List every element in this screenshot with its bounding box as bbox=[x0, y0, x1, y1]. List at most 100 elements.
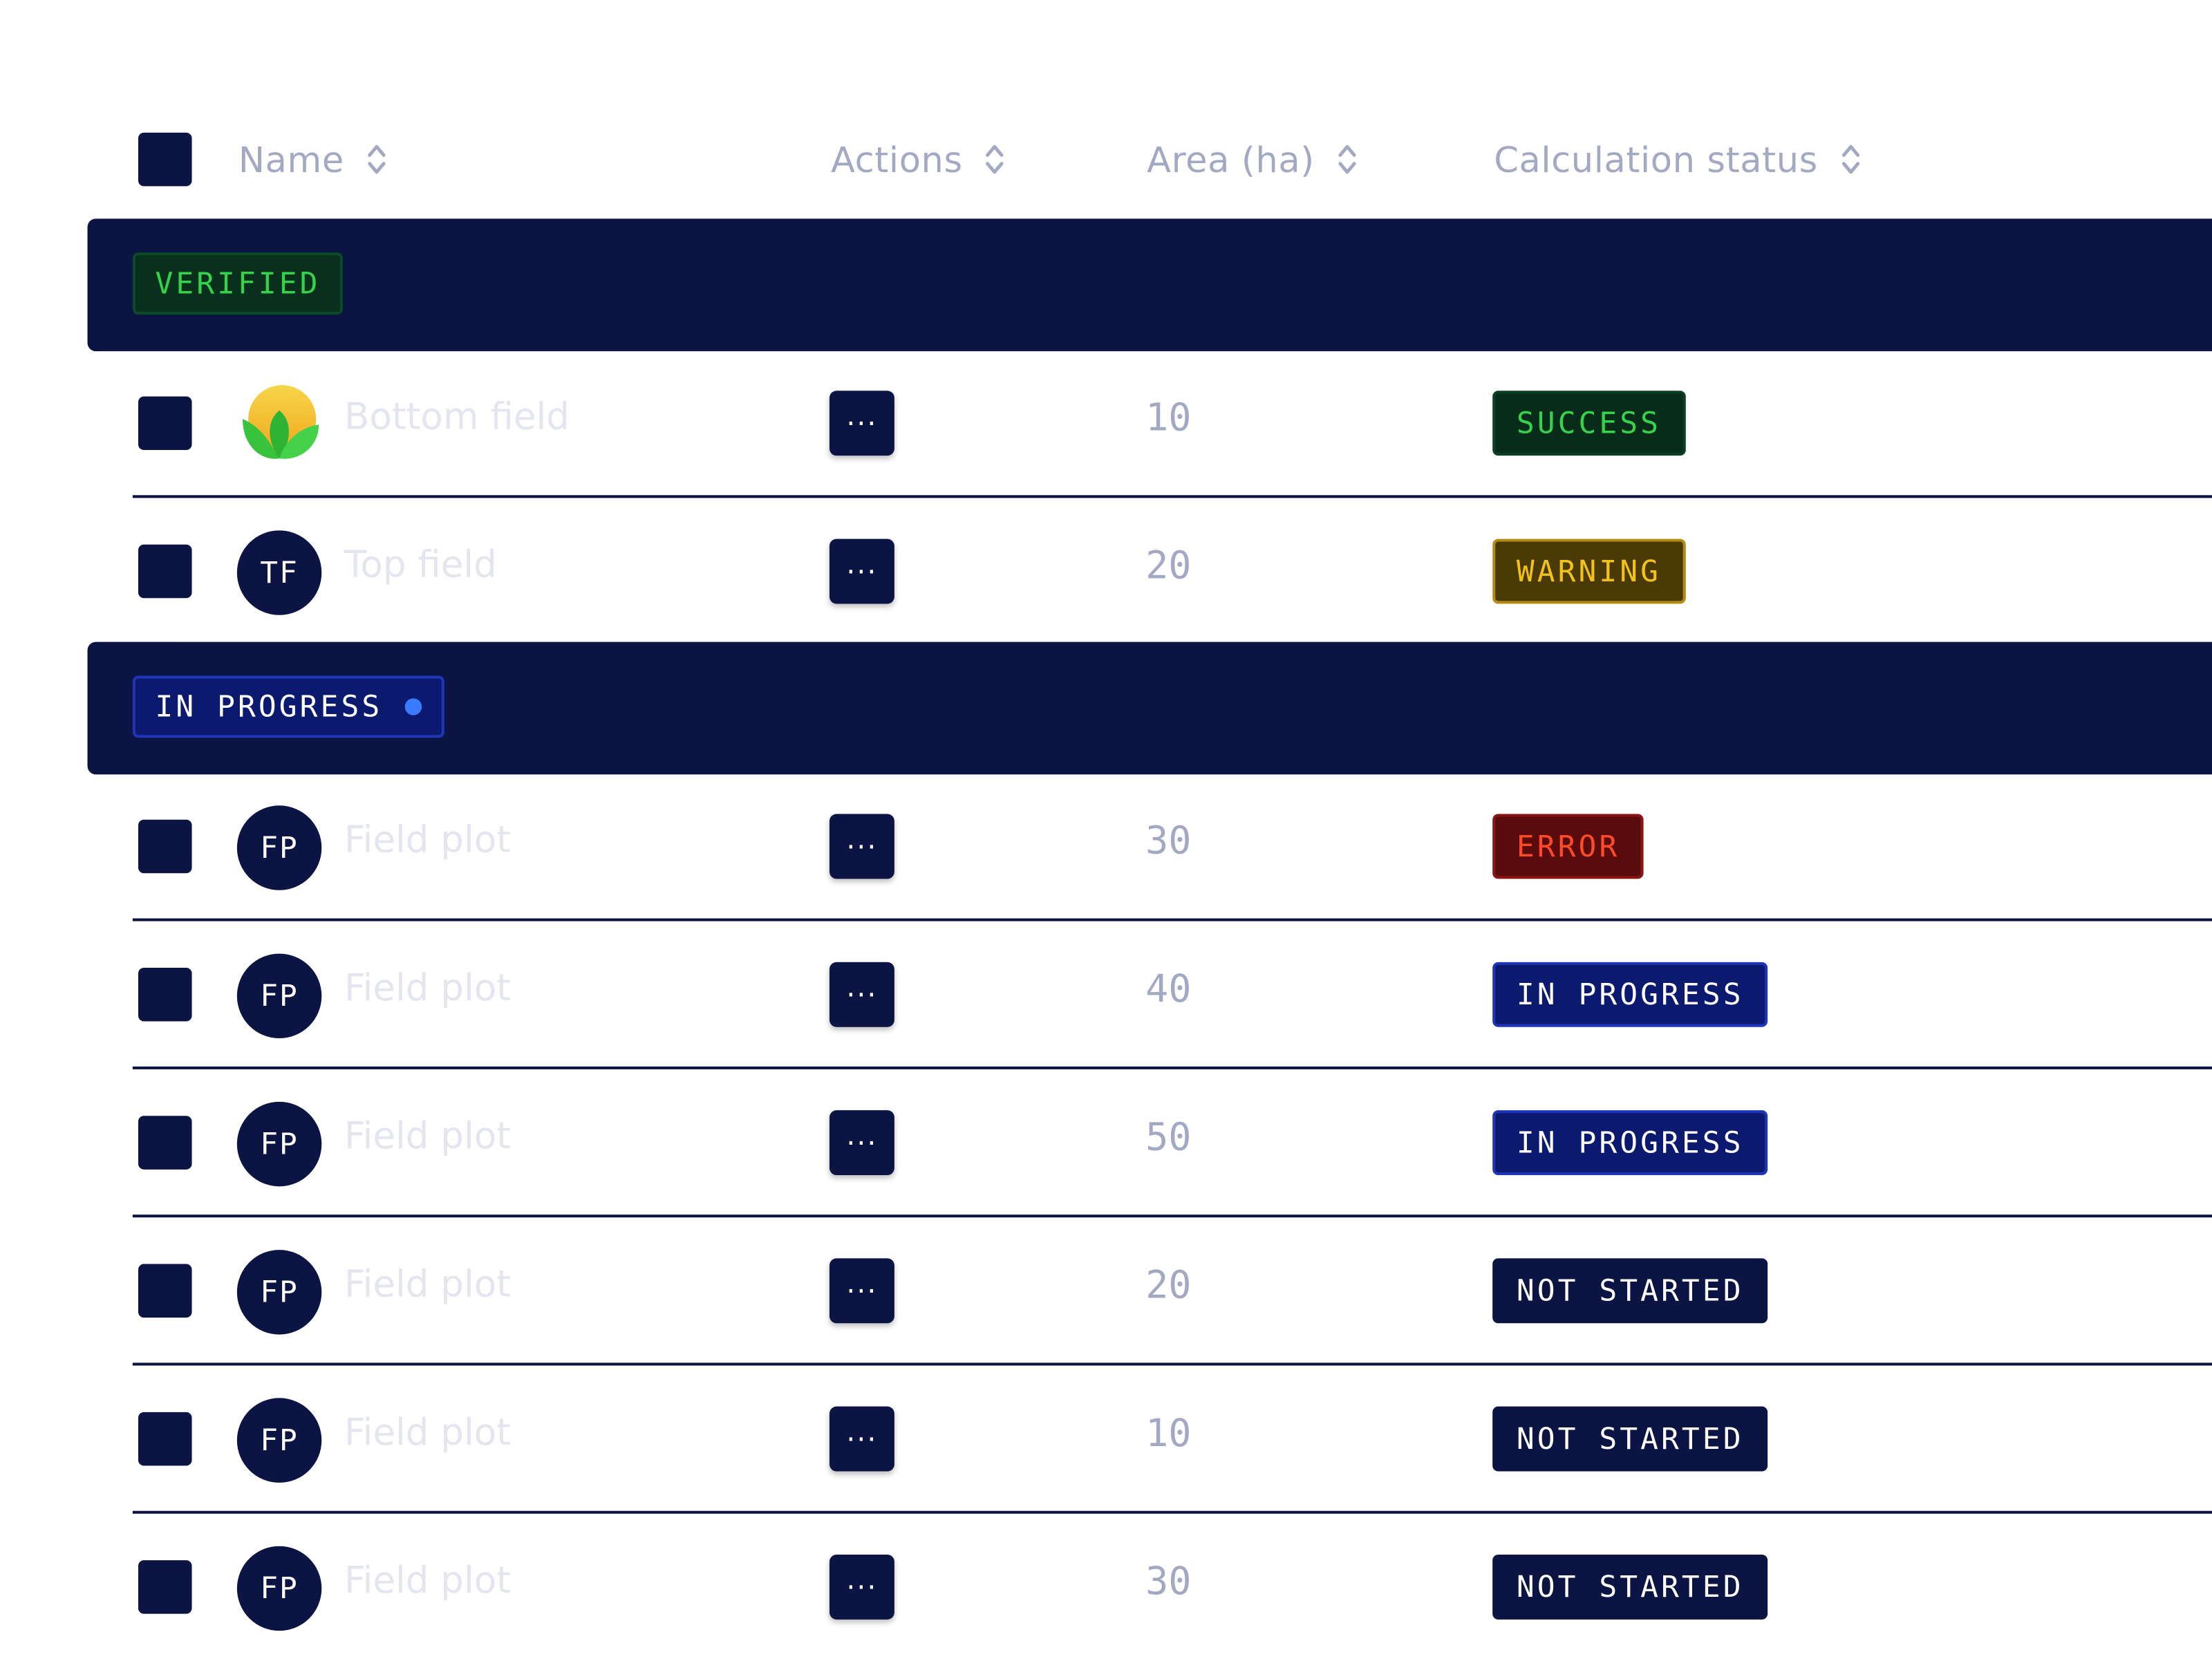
row-checkbox[interactable] bbox=[138, 396, 192, 451]
avatar: FP bbox=[236, 953, 322, 1039]
column-header-calculation-status[interactable]: Calculation status bbox=[1494, 135, 1860, 183]
status-badge-label: SUCCESS bbox=[1516, 406, 1662, 440]
status-badge: SUCCESS bbox=[1492, 391, 1685, 456]
table-row[interactable]: FP Field plot ··· 20 NOT STARTED bbox=[132, 1219, 2212, 1366]
group-tag: VERIFIED bbox=[132, 252, 344, 315]
avatar-initials: FP bbox=[260, 1571, 299, 1606]
avatar-initials: FP bbox=[260, 1423, 299, 1458]
avatar: FP bbox=[236, 1398, 322, 1483]
more-actions-button[interactable]: ··· bbox=[829, 1258, 894, 1324]
avatar: FP bbox=[236, 1546, 322, 1631]
more-icon: ··· bbox=[846, 1422, 878, 1456]
more-actions-button[interactable]: ··· bbox=[829, 1554, 894, 1620]
row-name: Field plot bbox=[344, 1116, 511, 1159]
group-tag-label: VERIFIED bbox=[155, 266, 321, 301]
row-checkbox[interactable] bbox=[138, 1116, 192, 1170]
avatar-initials: TF bbox=[260, 556, 299, 590]
group-tag-label: IN PROGRESS bbox=[155, 689, 383, 724]
more-actions-button[interactable]: ··· bbox=[829, 1406, 894, 1472]
row-checkbox[interactable] bbox=[138, 1560, 192, 1614]
row-name: Bottom field bbox=[344, 396, 570, 439]
more-icon: ··· bbox=[846, 554, 878, 589]
sort-icon[interactable] bbox=[1841, 141, 1861, 178]
status-badge: NOT STARTED bbox=[1492, 1554, 1768, 1620]
more-icon: ··· bbox=[846, 406, 878, 440]
group-header-in-progress[interactable]: IN PROGRESS bbox=[87, 641, 2212, 775]
row-area: 30 bbox=[1145, 1560, 1192, 1604]
row-name: Field plot bbox=[344, 1560, 511, 1603]
group-tag: IN PROGRESS bbox=[132, 675, 445, 738]
table-row[interactable]: FP Field plot ··· 10 NOT STARTED bbox=[132, 1367, 2212, 1514]
row-checkbox[interactable] bbox=[138, 819, 192, 874]
row-checkbox[interactable] bbox=[138, 1412, 192, 1466]
more-icon: ··· bbox=[846, 1273, 878, 1308]
table-row[interactable]: TF Top field ··· 20 WARNING bbox=[132, 499, 2212, 646]
table-row[interactable]: FP Field plot ··· 30 ERROR bbox=[132, 774, 2212, 921]
column-header-label: Area (ha) bbox=[1147, 139, 1315, 180]
avatar: FP bbox=[236, 805, 322, 890]
column-header-label: Calculation status bbox=[1494, 139, 1818, 180]
row-area: 20 bbox=[1145, 1264, 1192, 1308]
row-checkbox[interactable] bbox=[138, 1264, 192, 1318]
sort-icon[interactable] bbox=[367, 141, 387, 178]
more-actions-button[interactable]: ··· bbox=[829, 538, 894, 604]
more-icon: ··· bbox=[846, 1125, 878, 1160]
column-header-actions[interactable]: Actions bbox=[831, 135, 1005, 183]
field-table: Name Actions Area (ha) Calculation statu… bbox=[0, 0, 2212, 1659]
avatar-initials: FP bbox=[260, 979, 299, 1013]
more-actions-button[interactable]: ··· bbox=[829, 814, 894, 879]
table-row[interactable]: FP Field plot ··· 50 IN PROGRESS bbox=[132, 1071, 2212, 1218]
status-dot-icon bbox=[404, 698, 422, 715]
status-badge-label: IN PROGRESS bbox=[1516, 977, 1744, 1012]
row-name: Field plot bbox=[344, 819, 511, 862]
more-actions-button[interactable]: ··· bbox=[829, 962, 894, 1027]
row-area: 30 bbox=[1145, 819, 1192, 863]
status-badge: NOT STARTED bbox=[1492, 1258, 1768, 1324]
row-area: 40 bbox=[1145, 967, 1192, 1012]
more-icon: ··· bbox=[846, 829, 878, 863]
row-name: Field plot bbox=[344, 1264, 511, 1306]
row-area: 10 bbox=[1145, 1412, 1192, 1456]
row-area: 10 bbox=[1145, 396, 1192, 440]
more-icon: ··· bbox=[846, 1570, 878, 1604]
table-row[interactable]: Bottom field ··· 10 SUCCESS bbox=[132, 351, 2212, 498]
row-name: Top field bbox=[344, 544, 497, 587]
avatar: FP bbox=[236, 1250, 322, 1335]
status-badge-label: NOT STARTED bbox=[1516, 1273, 1744, 1308]
group-header-verified[interactable]: VERIFIED bbox=[87, 218, 2212, 352]
column-header-label: Name bbox=[238, 139, 344, 180]
sort-icon[interactable] bbox=[1337, 141, 1357, 178]
status-badge: IN PROGRESS bbox=[1492, 1110, 1768, 1175]
status-badge-label: ERROR bbox=[1516, 829, 1620, 863]
table-header: Name Actions Area (ha) Calculation statu… bbox=[0, 113, 2212, 206]
select-all-checkbox[interactable] bbox=[138, 132, 192, 187]
table-row[interactable]: FP Field plot ··· 40 IN PROGRESS bbox=[132, 923, 2212, 1069]
status-badge: IN PROGRESS bbox=[1492, 962, 1768, 1027]
avatar-initials: FP bbox=[260, 1275, 299, 1309]
table-row[interactable]: FP Field plot ··· 30 NOT STARTED bbox=[132, 1515, 2212, 1659]
status-badge: ERROR bbox=[1492, 814, 1644, 879]
row-checkbox[interactable] bbox=[138, 544, 192, 599]
row-name: Field plot bbox=[344, 1412, 511, 1455]
status-badge-label: IN PROGRESS bbox=[1516, 1125, 1744, 1160]
more-actions-button[interactable]: ··· bbox=[829, 1110, 894, 1175]
status-badge-label: NOT STARTED bbox=[1516, 1570, 1744, 1604]
avatar: FP bbox=[236, 1101, 322, 1187]
column-header-label: Actions bbox=[831, 139, 963, 180]
row-area: 50 bbox=[1145, 1116, 1192, 1160]
avatar: TF bbox=[236, 530, 322, 615]
column-header-name[interactable]: Name bbox=[238, 135, 386, 183]
avatar-initials: FP bbox=[260, 831, 299, 865]
sort-icon[interactable] bbox=[985, 141, 1005, 178]
status-badge: WARNING bbox=[1492, 538, 1685, 604]
row-checkbox[interactable] bbox=[138, 967, 192, 1022]
column-header-area[interactable]: Area (ha) bbox=[1147, 135, 1357, 183]
more-icon: ··· bbox=[846, 977, 878, 1012]
status-badge-label: WARNING bbox=[1516, 554, 1662, 589]
more-actions-button[interactable]: ··· bbox=[829, 391, 894, 456]
row-area: 20 bbox=[1145, 544, 1192, 589]
avatar-initials: FP bbox=[260, 1127, 299, 1161]
row-name: Field plot bbox=[344, 967, 511, 1011]
status-badge-label: NOT STARTED bbox=[1516, 1422, 1744, 1456]
status-badge: NOT STARTED bbox=[1492, 1406, 1768, 1472]
